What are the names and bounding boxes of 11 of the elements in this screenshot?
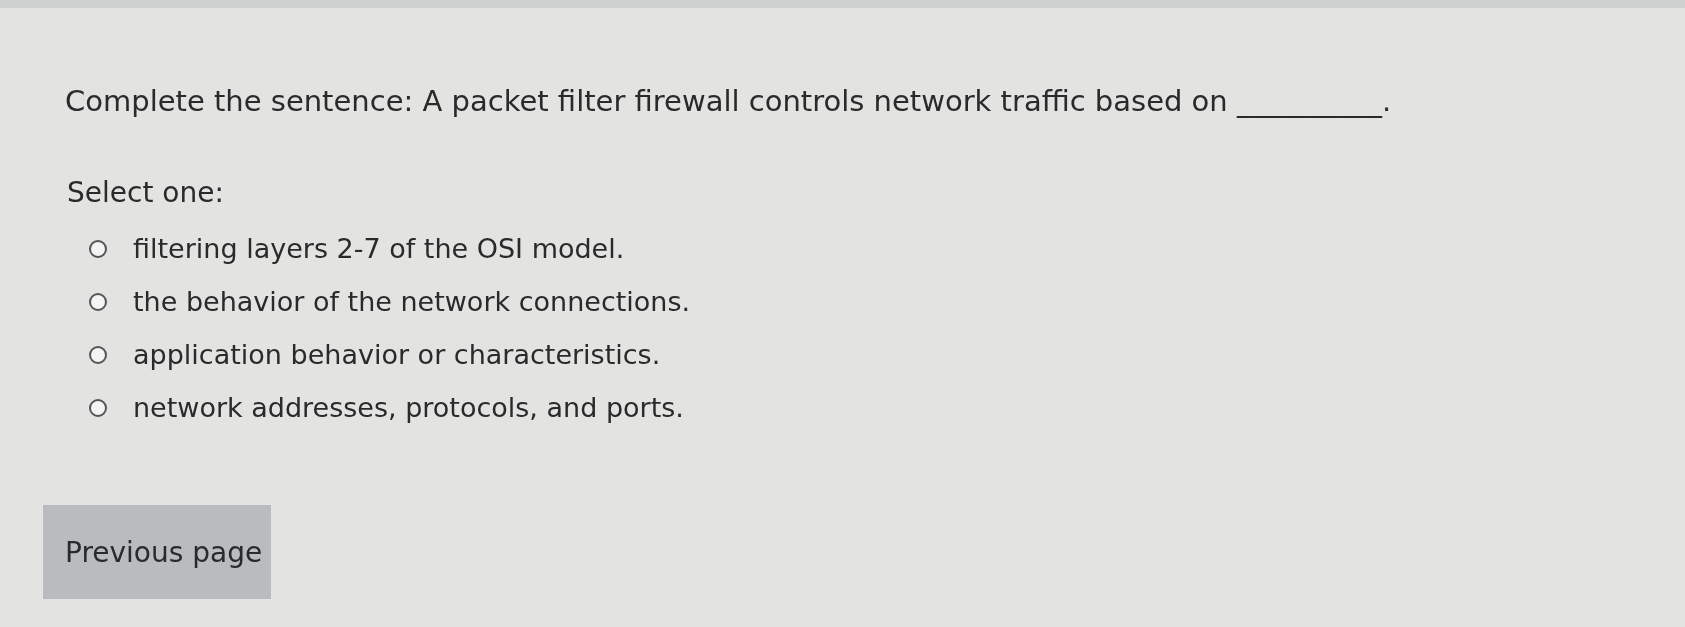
radio-button[interactable] [89,239,107,258]
radio-button[interactable] [89,398,107,417]
radio-button[interactable] [89,292,107,311]
option-label[interactable]: filtering layers 2-7 of the OSI model. [133,233,625,264]
option-label[interactable]: the behavior of the network connections. [133,286,691,317]
question-text: Complete the sentence: A packet filter firewall controls network traffic based on __________. [65,84,1393,118]
option-label[interactable]: network addresses, protocols, and ports. [133,392,684,423]
previous-page-button[interactable]: Previous page [43,505,271,599]
select-prompt: Select one: [67,176,225,209]
radio-button[interactable] [89,345,107,364]
option-label[interactable]: application behavior or characteristics. [133,339,661,370]
